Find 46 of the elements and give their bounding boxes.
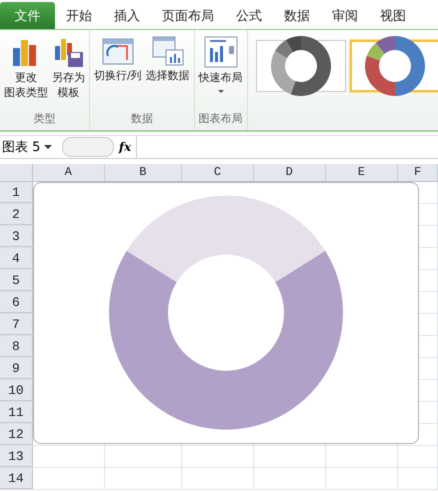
column-header[interactable]: B [104, 164, 182, 181]
ribbon-tab[interactable]: 页面布局 [151, 2, 225, 29]
row-header[interactable]: 9 [0, 358, 33, 379]
column-header[interactable]: A [32, 164, 105, 181]
row-header[interactable]: 10 [0, 380, 33, 401]
ribbon-tab[interactable]: 开始 [55, 2, 103, 29]
fx-label: fx [117, 140, 132, 154]
column-header[interactable]: E [326, 164, 398, 181]
row-header[interactable]: 11 [0, 402, 33, 423]
row-header[interactable]: 1 [0, 182, 33, 203]
ribbon-tab[interactable]: 公式 [225, 2, 273, 29]
donut-icon [270, 35, 332, 97]
donut-icon [364, 35, 426, 97]
group-label: 类型 [32, 112, 56, 127]
row-header[interactable]: 5 [0, 270, 33, 291]
ribbon-tab[interactable]: 视图 [369, 2, 417, 29]
column-header[interactable]: C [182, 164, 254, 181]
dropdown-caret-icon [44, 145, 52, 149]
row-header[interactable]: 3 [0, 226, 33, 247]
table-chart-icon [152, 36, 184, 66]
ribbon-button[interactable]: 快速布局 [198, 34, 244, 112]
row-header[interactable]: 2 [0, 204, 33, 225]
row-header[interactable]: 7 [0, 314, 33, 335]
table-arrows-icon [102, 36, 134, 66]
row-header[interactable]: 12 [0, 424, 33, 445]
group-label: 图表布局 [198, 112, 244, 127]
scroll-handle[interactable] [62, 137, 114, 157]
ribbon-button[interactable]: 另存为 模板 [51, 34, 86, 112]
ribbon-tab[interactable]: 插入 [103, 2, 151, 29]
group-label: 数据 [130, 112, 154, 127]
ribbon-button[interactable]: 更改 图表类型 [3, 34, 49, 112]
ribbon-button[interactable]: 切换行/列 [93, 34, 143, 112]
ribbon-tab[interactable]: 数据 [273, 2, 321, 29]
chart-floppy-disk-icon [52, 36, 84, 68]
row-header[interactable]: 13 [0, 446, 33, 467]
ribbon-button[interactable]: 选择数据 [144, 34, 191, 112]
row-header[interactable]: 14 [0, 468, 33, 489]
chart-area[interactable] [33, 182, 419, 444]
row-header[interactable]: 8 [0, 336, 33, 357]
column-header[interactable]: D [254, 164, 326, 181]
ribbon-tab[interactable]: 审阅 [321, 2, 369, 29]
column-header[interactable]: F [398, 164, 438, 181]
file-tab[interactable]: 文件 [0, 2, 55, 29]
row-header[interactable]: 4 [0, 248, 33, 269]
row-header[interactable]: 6 [0, 292, 33, 313]
chart-layout-icon [204, 36, 238, 68]
